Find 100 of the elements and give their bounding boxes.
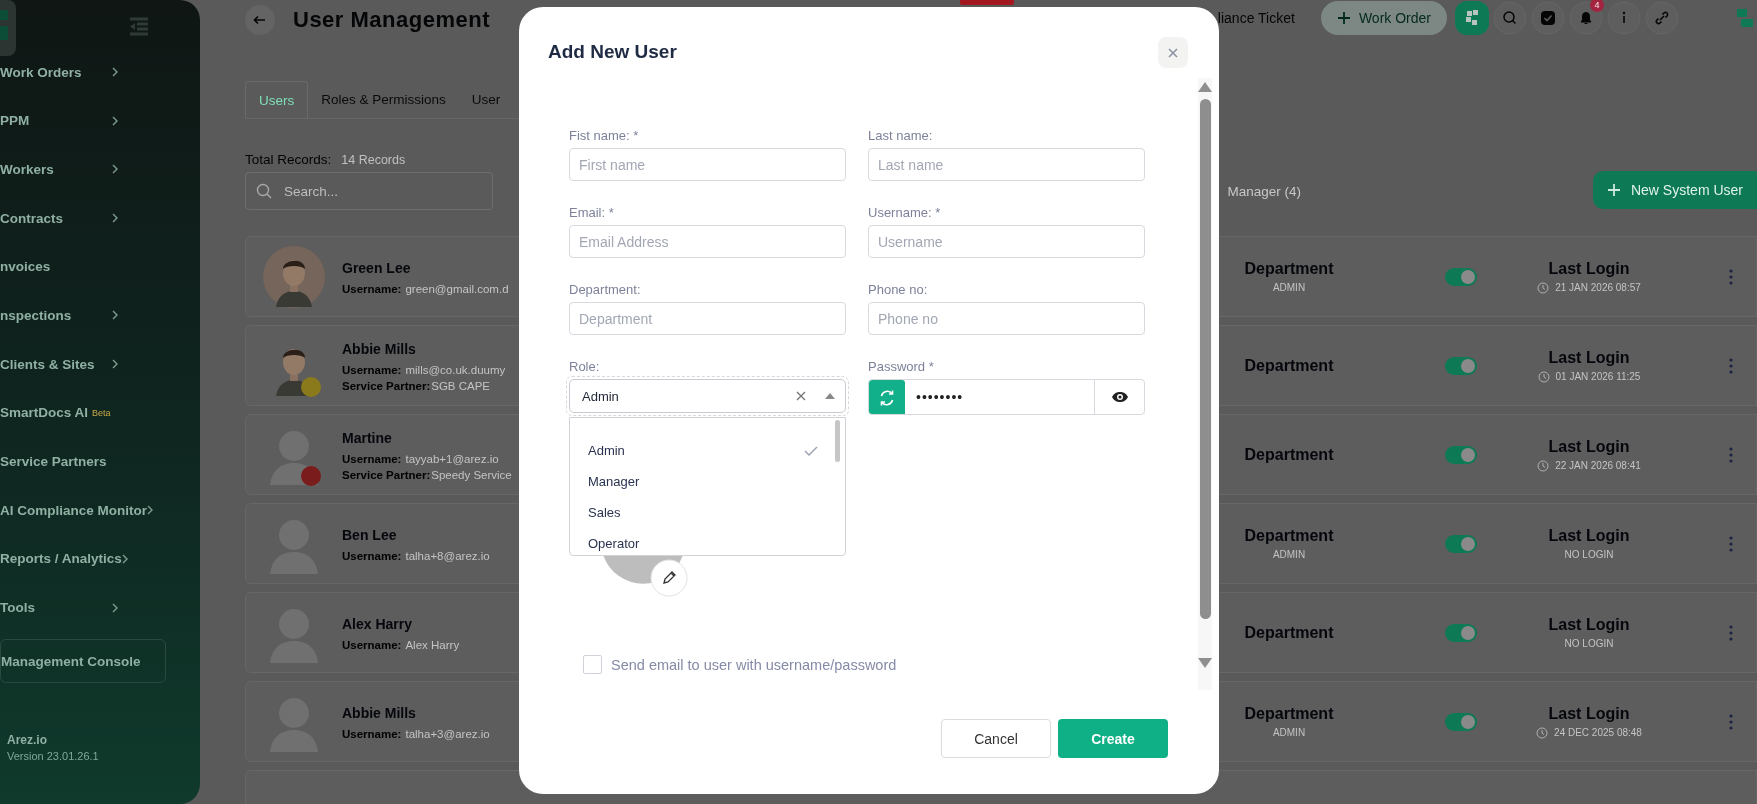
sidebar-item[interactable]: Workers	[0, 149, 170, 190]
check-icon	[804, 445, 818, 456]
total-records-label: Total Records:	[245, 152, 332, 167]
input-field[interactable]: Department	[569, 302, 846, 335]
check-circle-icon[interactable]	[1531, 1, 1565, 35]
apps-icon[interactable]	[1455, 1, 1489, 35]
edit-avatar-button[interactable]	[650, 559, 688, 597]
field-label: Password *	[868, 359, 935, 374]
sidebar-item[interactable]: nspections	[0, 295, 170, 336]
dropdown-option[interactable]: Admin	[570, 435, 845, 466]
version-text: Version 23.01.26.1	[7, 750, 100, 762]
clear-icon[interactable]	[796, 391, 806, 401]
active-toggle[interactable]	[1445, 445, 1477, 464]
user-name: Abbie Mills	[342, 341, 416, 357]
beta-tag: Beta	[92, 407, 111, 418]
close-icon	[1168, 47, 1178, 58]
active-toggle[interactable]	[1445, 534, 1477, 553]
username-label: Username:	[342, 283, 402, 295]
scroll-up-icon[interactable]	[1198, 82, 1212, 92]
department-role: ADMIN	[1272, 282, 1306, 293]
caret-icon[interactable]	[825, 393, 835, 399]
new-system-user-button[interactable]: New System User	[1592, 171, 1757, 209]
input-field[interactable]: Email Address	[569, 225, 846, 258]
sidebar-item[interactable]: Clients & Sites	[0, 344, 170, 385]
sidebar-item[interactable]: Work Orders	[0, 52, 170, 92]
checkbox[interactable]	[583, 655, 602, 674]
close-button[interactable]	[1158, 37, 1188, 68]
input-field[interactable]: Phone no	[868, 302, 1145, 335]
more-options-icon[interactable]	[1729, 357, 1733, 374]
role-select[interactable]: Admin	[569, 379, 846, 413]
user-name: Green Lee	[342, 260, 411, 276]
username-label: Username:	[342, 550, 402, 562]
active-toggle[interactable]	[1445, 267, 1477, 286]
plus-icon	[1336, 11, 1351, 25]
username-value: talha+8@arez.io	[405, 550, 490, 562]
last-login-label: Last Login	[1548, 348, 1630, 367]
department-label: Department	[1244, 356, 1334, 375]
scroll-down-icon[interactable]	[1198, 658, 1212, 668]
checkbox-label: Send email to user with username/password	[611, 656, 897, 673]
active-toggle[interactable]	[1445, 356, 1477, 375]
clock-icon	[1537, 459, 1550, 472]
sidebar-item[interactable]: Contracts	[0, 198, 170, 239]
dropdown-option[interactable]: Manager	[570, 466, 845, 497]
service-partner-value: SGB CAPE	[431, 380, 491, 392]
user-name: Ben Lee	[342, 527, 397, 543]
user-name: Martine	[342, 430, 392, 446]
username-label: Username:	[342, 364, 402, 376]
sidebar-item[interactable]: SmartDocs AI Beta	[0, 392, 170, 433]
search-icon[interactable]	[1493, 1, 1527, 35]
notification-badge: 4	[1590, 0, 1604, 12]
more-options-icon[interactable]	[1729, 713, 1733, 730]
sidebar-item[interactable]: nvoices	[0, 246, 170, 287]
bell-icon[interactable]	[1569, 1, 1603, 35]
clock-icon	[1537, 370, 1550, 383]
plus-icon	[1606, 183, 1621, 197]
more-options-icon[interactable]	[1729, 535, 1733, 552]
work-order-button[interactable]: Work Order	[1320, 1, 1447, 35]
total-records-value: 14 Records	[341, 153, 406, 167]
sidebar-item[interactable]: Service Partners	[0, 441, 170, 482]
department-label: Department	[1244, 705, 1334, 723]
scrollbar-thumb[interactable]	[835, 420, 840, 462]
department-label: Department	[1244, 623, 1334, 642]
back-button[interactable]	[245, 5, 275, 35]
user-name: Alex Harry	[342, 616, 413, 632]
sidebar-item[interactable]: Reports / Analytics	[0, 538, 170, 579]
search-field[interactable]: Search...	[245, 172, 493, 210]
brand-name: Arez.io	[7, 733, 48, 747]
link-icon[interactable]	[1645, 1, 1679, 35]
active-toggle[interactable]	[1445, 712, 1477, 731]
service-partner-label: Service Partner:	[342, 469, 431, 481]
input-field[interactable]: First name	[569, 148, 846, 181]
sidebar-item[interactable]: Tools	[0, 587, 170, 628]
input-field[interactable]: Last name	[868, 148, 1145, 181]
department-role: ADMIN	[1272, 727, 1306, 738]
role-filter[interactable]: Manager (4)	[1227, 183, 1301, 199]
menu-collapse-icon[interactable]	[128, 17, 150, 37]
active-toggle[interactable]	[1445, 623, 1477, 642]
tab[interactable]: Users	[245, 81, 309, 118]
cancel-button[interactable]: Cancel	[941, 719, 1051, 758]
more-options-icon[interactable]	[1729, 446, 1733, 463]
last-login-time: NO LOGIN	[1564, 638, 1614, 649]
department-label: Department	[1244, 445, 1334, 464]
username-value: tayyab+1@arez.io	[405, 453, 499, 465]
username-value: talha+3@arez.io	[405, 728, 490, 740]
dropdown-option[interactable]: Operator	[570, 528, 845, 555]
field-label: Last name:	[868, 128, 934, 143]
input-field[interactable]: Username	[868, 225, 1145, 258]
sidebar-item[interactable]: Management Console	[0, 639, 166, 684]
more-options-icon[interactable]	[1729, 624, 1733, 641]
sidebar-item[interactable]: PPM	[0, 100, 170, 141]
last-login-time: 21 JAN 2026 08:57	[1555, 282, 1641, 293]
username-value: mills@co.uk.duumy	[405, 364, 506, 376]
last-login-label: Last Login	[1548, 259, 1630, 278]
field-label: Fist name: *	[569, 128, 640, 143]
dropdown-option[interactable]: Sales	[570, 497, 845, 528]
more-options-icon[interactable]	[1729, 268, 1733, 285]
scrollbar-thumb[interactable]	[1199, 99, 1211, 619]
username-label: Username:	[342, 639, 402, 651]
sidebar-item[interactable]: AI Compliance Monitor	[0, 490, 170, 531]
last-login-time: 24 DEC 2025 08:48	[1554, 727, 1642, 738]
